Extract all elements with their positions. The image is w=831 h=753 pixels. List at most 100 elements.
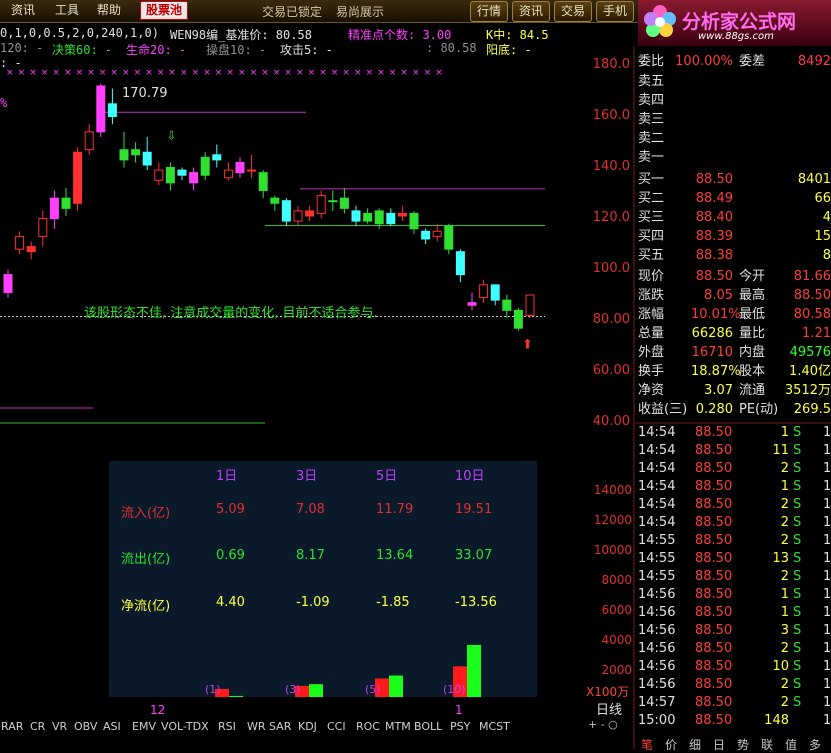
signal-marker: × xyxy=(319,68,327,78)
tick-volume: 2 xyxy=(780,515,789,530)
date-mark-jan: 1 xyxy=(455,703,463,717)
volume-tick: 2000 xyxy=(601,663,632,677)
stat-row: 净资 3.07 流通 3512万 xyxy=(635,381,831,400)
tick-row: 14:54 88.50 11 S 1 xyxy=(635,442,831,460)
tick-time: 14:56 xyxy=(638,659,676,674)
price-tick: 180.0 xyxy=(593,57,630,72)
candle xyxy=(142,136,152,171)
quote-nav-tab[interactable]: 细 xyxy=(689,736,701,753)
indicator-tab-wr[interactable]: WR xyxy=(247,720,266,733)
signal-marker: × xyxy=(18,68,26,78)
tick-count: 1 xyxy=(823,425,831,440)
candle xyxy=(247,154,257,178)
candle xyxy=(421,228,431,245)
signal-marker: × xyxy=(435,68,443,78)
indicator-tab-rar[interactable]: RAR xyxy=(1,720,23,733)
indicator-tab-cci[interactable]: CCI xyxy=(327,720,346,733)
signal-marker: × xyxy=(99,68,107,78)
tick-price: 88.50 xyxy=(695,443,733,458)
indicator-tab-mcst[interactable]: MCST xyxy=(479,720,510,733)
tick-count: 1 xyxy=(823,533,831,548)
stat-value-2: 269.5 xyxy=(793,402,831,417)
quote-nav-tab[interactable]: 日 xyxy=(713,736,725,753)
stat-label-2: PE(动) xyxy=(739,402,779,417)
volume-tick: 10000 xyxy=(594,543,632,557)
buy-label: 买一 xyxy=(638,172,665,187)
zoom-controls[interactable]: + - ○ xyxy=(588,718,618,731)
indicator-tab-psy[interactable]: PSY xyxy=(450,720,470,733)
signal-marker: × xyxy=(308,68,316,78)
tick-volume: 1 xyxy=(780,587,789,602)
tick-price: 88.50 xyxy=(695,515,733,530)
stat-label: 净资 xyxy=(638,383,665,398)
indicator-tab-mtm[interactable]: MTM xyxy=(385,720,411,733)
tick-side: S xyxy=(793,533,802,548)
quote-nav-tab[interactable]: 值 xyxy=(785,736,797,753)
price-tick: 40.00 xyxy=(593,414,630,429)
signal-marker: × xyxy=(168,68,176,78)
tick-time: 14:55 xyxy=(638,533,676,548)
quote-nav-tab[interactable]: 联 xyxy=(761,736,773,753)
tick-row: 14:54 88.50 1 S 1 xyxy=(635,424,831,442)
flow-out-bar xyxy=(389,675,403,697)
buy-price: 88.38 xyxy=(695,248,733,263)
tick-time: 14:54 xyxy=(638,443,676,458)
sell-label: 卖一 xyxy=(638,150,665,165)
tick-price: 88.50 xyxy=(695,713,733,728)
quote-nav-tab[interactable]: 笔 xyxy=(641,736,653,753)
candle xyxy=(15,231,25,255)
weibi-label: 委比 xyxy=(638,54,665,69)
candle xyxy=(223,162,233,181)
tick-side: S xyxy=(793,587,802,602)
tick-price: 88.50 xyxy=(695,677,733,692)
tick-row: 14:54 88.50 2 S 1 xyxy=(635,514,831,532)
indicator-tab-vol-tdx[interactable]: VOL-TDX xyxy=(161,720,209,733)
pattern-advice-text: 该股形态不佳, 注意成交量的变化, 目前不适合参与. xyxy=(84,306,378,321)
candle xyxy=(455,249,465,283)
stat-row: 外盘 16710 内盘 49576 xyxy=(635,343,831,362)
indicator-tab-asi[interactable]: ASI xyxy=(103,720,121,733)
weicha-value: 8492 xyxy=(797,54,831,69)
flow-out-bar xyxy=(229,695,243,697)
quote-nav-tab[interactable]: 多 xyxy=(809,736,821,753)
tick-time: 14:54 xyxy=(638,461,676,476)
indicator-tab-obv[interactable]: OBV xyxy=(74,720,97,733)
volume-tick: 4000 xyxy=(601,633,632,647)
tick-price: 88.50 xyxy=(695,461,733,476)
stat-value: 88.50 xyxy=(695,269,733,284)
indicator-tab-roc[interactable]: ROC xyxy=(356,720,380,733)
stat-value: 66286 xyxy=(691,326,733,341)
tick-row: 14:56 88.50 10 S 1 xyxy=(635,658,831,676)
tick-side: S xyxy=(793,677,802,692)
candle xyxy=(316,190,326,219)
indicator-tab-emv[interactable]: EMV xyxy=(132,720,156,733)
tick-time: 14:56 xyxy=(638,587,676,602)
indicator-tab-rsi[interactable]: RSI xyxy=(218,720,236,733)
candle xyxy=(177,167,187,181)
indicator-tab-boll[interactable]: BOLL xyxy=(414,720,442,733)
candle xyxy=(26,241,36,260)
price-tick: 140.0 xyxy=(593,159,630,174)
period-label[interactable]: 日线 xyxy=(596,699,622,718)
date-mark-dec: 12 xyxy=(150,703,166,717)
tick-row: 15:00 88.50 148 1 xyxy=(635,712,831,730)
signal-marker: × xyxy=(64,68,72,78)
indicator-tab-kdj[interactable]: KDJ xyxy=(298,720,317,733)
indicator-tab-sar[interactable]: SAR xyxy=(269,720,291,733)
indicator-tab-cr[interactable]: CR xyxy=(30,720,45,733)
volume-tick: 14000 xyxy=(594,483,632,497)
candle xyxy=(444,223,454,255)
tick-price: 88.50 xyxy=(695,425,733,440)
candle xyxy=(119,131,129,168)
signal-marker: × xyxy=(273,68,281,78)
signal-marker: × xyxy=(145,68,153,78)
stat-value: 18.87% xyxy=(691,364,741,379)
stat-row: 换手 18.87% 股本 1.40亿 xyxy=(635,362,831,381)
tick-price: 88.50 xyxy=(695,587,733,602)
sell-level-3: 卖三 xyxy=(635,110,831,129)
quote-nav-tab[interactable]: 势 xyxy=(737,736,749,753)
flow-bar-label-3: (3) xyxy=(285,683,301,696)
quote-nav-tab[interactable]: 价 xyxy=(665,736,677,753)
buy-price: 88.50 xyxy=(695,172,733,187)
indicator-tab-vr[interactable]: VR xyxy=(52,720,67,733)
